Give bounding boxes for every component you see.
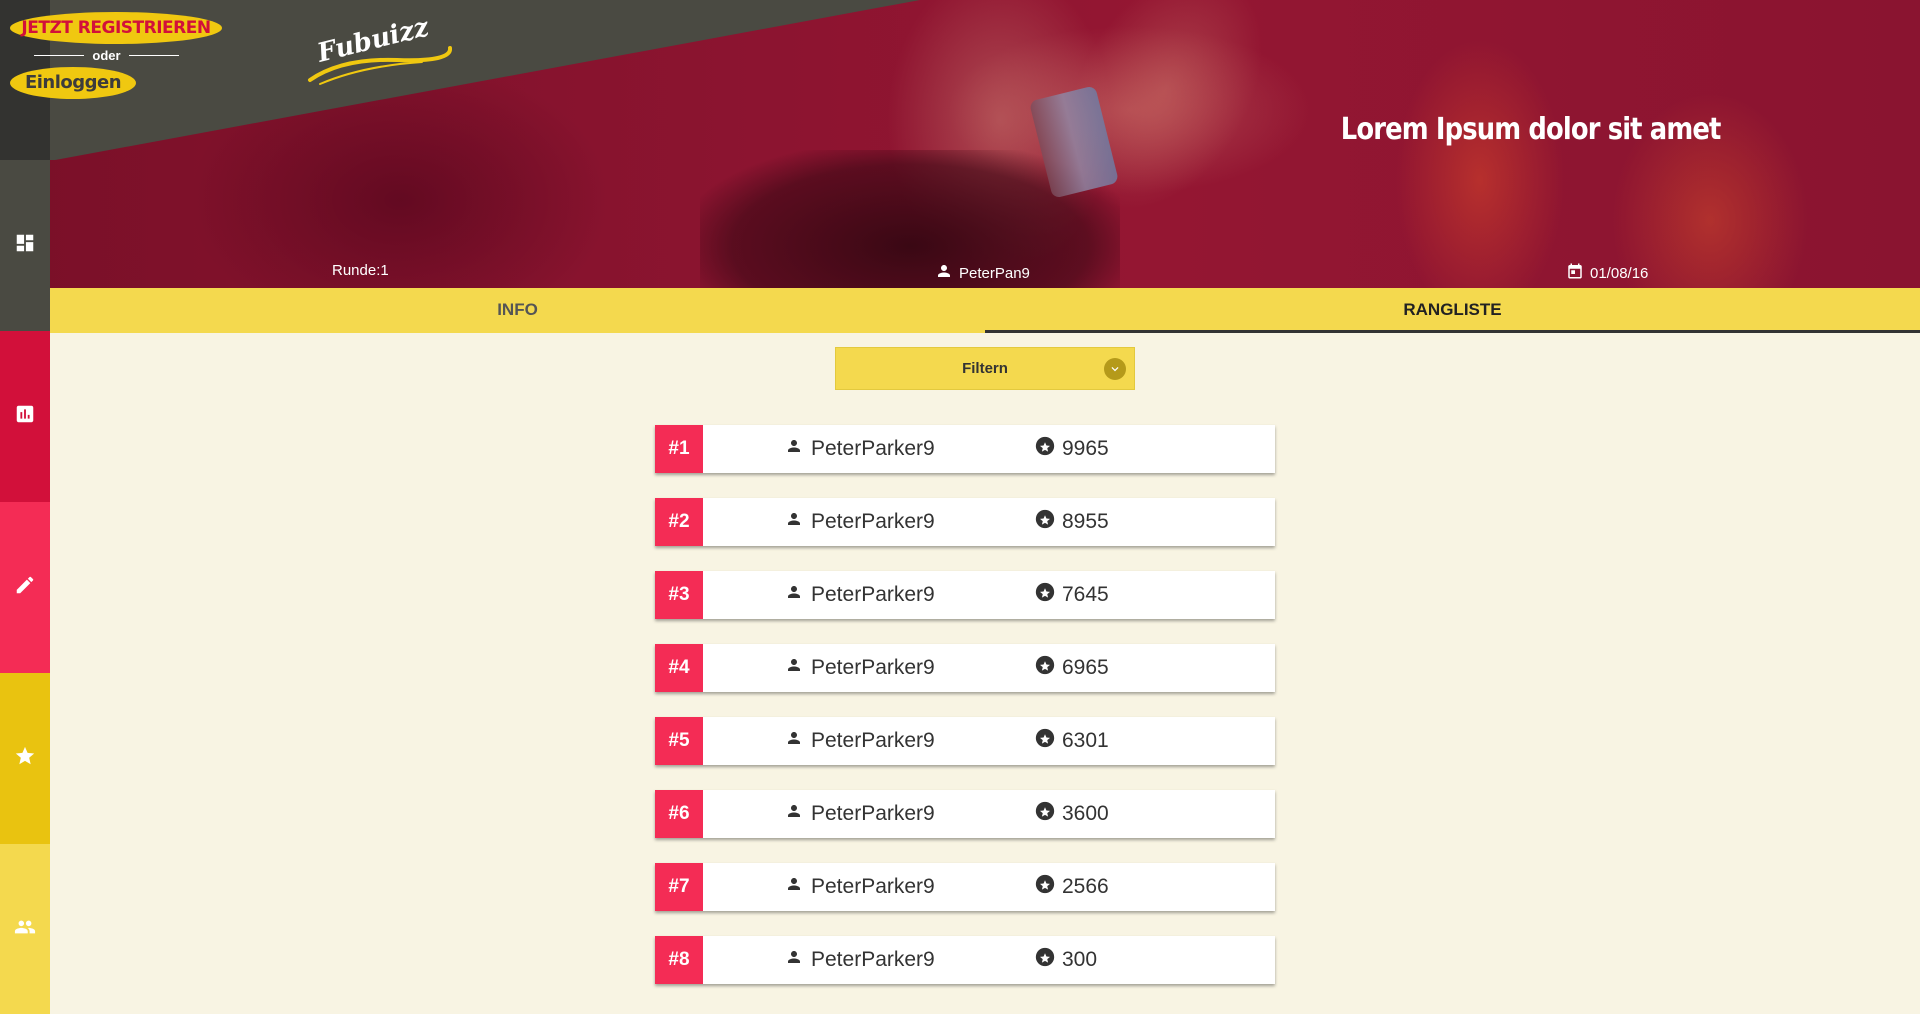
- rank-username: PeterParker9: [811, 656, 935, 679]
- star-circle-icon: [1035, 801, 1055, 827]
- ranking-row[interactable]: #1 PeterParker9 9965: [655, 425, 1275, 473]
- rank-score: 6965: [1035, 655, 1109, 681]
- chevron-down-icon: [1104, 358, 1126, 380]
- person-icon: [785, 583, 803, 607]
- rank-user: PeterParker9: [785, 437, 935, 461]
- hero-date-value: 01/08/16: [1590, 264, 1649, 282]
- filter-dropdown[interactable]: Filtern: [835, 347, 1135, 390]
- rank-user: PeterParker9: [785, 510, 935, 534]
- rank-number: #4: [655, 644, 703, 692]
- ranking-row[interactable]: #8 PeterParker9 300: [655, 936, 1275, 984]
- rank-score: 7645: [1035, 582, 1109, 608]
- person-icon: [785, 729, 803, 753]
- rank-score-value: 9965: [1062, 437, 1109, 460]
- rank-number: #5: [655, 717, 703, 765]
- calendar-icon: [1566, 262, 1584, 284]
- rank-user: PeterParker9: [785, 802, 935, 826]
- rank-username: PeterParker9: [811, 802, 935, 825]
- star-circle-icon: [1035, 655, 1055, 681]
- dashboard-icon: [14, 232, 36, 259]
- register-button[interactable]: JETZT REGISTRIEREN: [10, 12, 222, 44]
- hero-username: PeterPan9: [959, 264, 1030, 282]
- star-circle-icon: [1035, 947, 1055, 973]
- rank-number: #2: [655, 498, 703, 546]
- hero-date: 01/08/16: [1566, 262, 1648, 284]
- ranking-row[interactable]: #7 PeterParker9 2566: [655, 863, 1275, 911]
- or-label: oder: [92, 48, 121, 63]
- rank-number: #6: [655, 790, 703, 838]
- sidebar-item-community[interactable]: [0, 844, 50, 1014]
- group-icon: [14, 916, 36, 943]
- person-icon: [785, 510, 803, 534]
- ranking-row[interactable]: #6 PeterParker9 3600: [655, 790, 1275, 838]
- sidebar-item-dashboard[interactable]: [0, 160, 50, 331]
- or-separator: oder: [34, 48, 179, 63]
- person-icon: [785, 875, 803, 899]
- pencil-icon: [14, 574, 36, 601]
- login-button[interactable]: Einloggen: [10, 67, 136, 99]
- rank-username: PeterParker9: [811, 510, 935, 533]
- rank-username: PeterParker9: [811, 729, 935, 752]
- rank-score-value: 2566: [1062, 875, 1109, 898]
- rank-score-value: 300: [1062, 948, 1098, 971]
- person-icon: [785, 437, 803, 461]
- rank-score-value: 6965: [1062, 656, 1109, 679]
- tab-info[interactable]: INFO: [50, 288, 985, 333]
- person-icon: [785, 948, 803, 972]
- rank-score: 300: [1035, 947, 1097, 973]
- sidebar-item-statistics[interactable]: [0, 331, 50, 502]
- rank-number: #7: [655, 863, 703, 911]
- bar-chart-icon: [14, 403, 36, 430]
- rank-username: PeterParker9: [811, 437, 935, 460]
- fubuizz-logo[interactable]: Fubuizz: [302, 12, 452, 98]
- hero-user: PeterPan9: [935, 262, 1030, 284]
- rank-number: #1: [655, 425, 703, 473]
- round-label: Runde:1: [332, 262, 389, 279]
- rank-score: 8955: [1035, 509, 1109, 535]
- rank-user: PeterParker9: [785, 948, 935, 972]
- rank-username: PeterParker9: [811, 875, 935, 898]
- ranking-row[interactable]: #3 PeterParker9 7645: [655, 571, 1275, 619]
- rank-user: PeterParker9: [785, 875, 935, 899]
- person-icon: [785, 656, 803, 680]
- rank-user: PeterParker9: [785, 583, 935, 607]
- rank-username: PeterParker9: [811, 583, 935, 606]
- rank-user: PeterParker9: [785, 729, 935, 753]
- star-circle-icon: [1035, 874, 1055, 900]
- star-icon: [14, 745, 36, 772]
- rank-score-value: 8955: [1062, 510, 1109, 533]
- star-circle-icon: [1035, 582, 1055, 608]
- rank-score-value: 6301: [1062, 729, 1109, 752]
- rank-score: 2566: [1035, 874, 1109, 900]
- ranking-list: #1 PeterParker9 9965 #2 PeterParker9 8955 #3 Pe…: [655, 425, 1275, 1009]
- rank-user: PeterParker9: [785, 656, 935, 680]
- hero-title: Lorem Ipsum dolor sit amet: [1340, 112, 1721, 147]
- sidebar-item-favorites[interactable]: [0, 673, 50, 844]
- filter-label: Filtern: [962, 360, 1008, 377]
- ranking-row[interactable]: #2 PeterParker9 8955: [655, 498, 1275, 546]
- rank-score: 6301: [1035, 728, 1109, 754]
- tab-rangliste[interactable]: RANGLISTE: [985, 288, 1920, 333]
- rank-score-value: 7645: [1062, 583, 1109, 606]
- rank-score: 9965: [1035, 436, 1109, 462]
- round-info: Runde:1: [332, 262, 389, 279]
- rank-score: 3600: [1035, 801, 1109, 827]
- rank-number: #3: [655, 571, 703, 619]
- star-circle-icon: [1035, 436, 1055, 462]
- rank-score-value: 3600: [1062, 802, 1109, 825]
- auth-panel: JETZT REGISTRIEREN oder Einloggen: [10, 12, 222, 99]
- ranking-row[interactable]: #5 PeterParker9 6301: [655, 717, 1275, 765]
- sidebar-item-edit[interactable]: [0, 502, 50, 673]
- star-circle-icon: [1035, 509, 1055, 535]
- person-icon: [785, 802, 803, 826]
- rank-number: #8: [655, 936, 703, 984]
- sidebar: [0, 160, 50, 1014]
- person-icon: [935, 262, 953, 284]
- tab-bar: INFO RANGLISTE: [50, 288, 1920, 333]
- hero-banner: Lorem Ipsum dolor sit amet Runde:1 Peter…: [0, 0, 1920, 288]
- ranking-row[interactable]: #4 PeterParker9 6965: [655, 644, 1275, 692]
- star-circle-icon: [1035, 728, 1055, 754]
- rank-username: PeterParker9: [811, 948, 935, 971]
